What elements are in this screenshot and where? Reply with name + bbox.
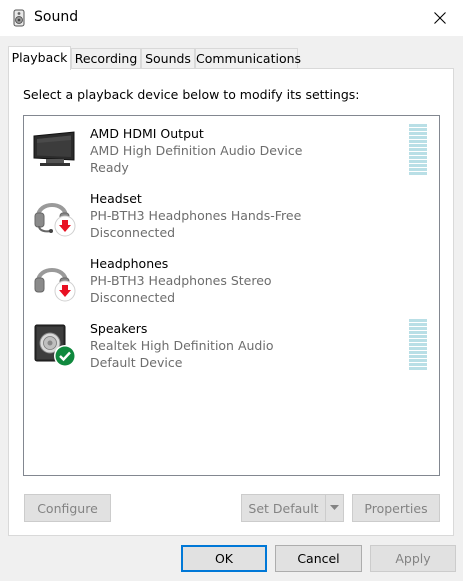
playback-panel: Select a playback device below to modify… <box>8 68 454 536</box>
device-status: Default Device <box>90 355 183 370</box>
tab-communications-label: Communications <box>196 51 302 66</box>
headset-icon <box>34 203 76 237</box>
volume-meter <box>409 319 427 371</box>
device-item-amd-hdmi-output[interactable]: AMD HDMI Output AMD High Definition Audi… <box>24 116 439 178</box>
set-default-button[interactable]: Set Default <box>241 494 326 522</box>
device-item-headset[interactable]: Headset PH-BTH3 Headphones Hands-Free Di… <box>24 181 439 243</box>
cancel-button-label: Cancel <box>297 551 340 566</box>
close-button[interactable] <box>427 6 453 30</box>
configure-button-label: Configure <box>37 500 98 516</box>
tab-sounds[interactable]: Sounds <box>141 48 195 68</box>
tab-sounds-label: Sounds <box>145 51 191 66</box>
cancel-button[interactable]: Cancel <box>275 545 362 572</box>
device-description: PH-BTH3 Headphones Hands-Free <box>90 208 302 223</box>
device-description: AMD High Definition Audio Device <box>90 143 303 158</box>
device-status: Ready <box>90 160 129 175</box>
red-down-arrow-icon <box>54 280 76 302</box>
device-description: PH-BTH3 Headphones Stereo <box>90 273 272 288</box>
tab-recording-label: Recording <box>74 51 138 66</box>
speaker-box-icon <box>34 324 76 367</box>
device-description: Realtek High Definition Audio <box>90 338 274 353</box>
close-icon <box>434 12 446 24</box>
set-default-button-label: Set Default <box>248 500 319 516</box>
title-bar: Sound <box>0 0 463 36</box>
device-status: Disconnected <box>90 290 176 305</box>
tab-playback[interactable]: Playback <box>8 46 71 70</box>
speaker-icon <box>13 9 25 27</box>
tab-recording[interactable]: Recording <box>71 48 141 68</box>
properties-button[interactable]: Properties <box>352 494 440 522</box>
ok-button-label: OK <box>214 551 234 566</box>
device-name: AMD HDMI Output <box>90 126 204 141</box>
device-item-headphones[interactable]: Headphones PH-BTH3 Headphones Stereo Dis… <box>24 246 439 308</box>
red-down-arrow-icon <box>54 215 76 237</box>
device-name: Headphones <box>90 256 169 271</box>
monitor-icon <box>33 131 75 166</box>
device-name: Headset <box>90 191 142 206</box>
chevron-down-icon <box>330 505 339 510</box>
headphones-icon <box>34 268 76 302</box>
device-status: Disconnected <box>90 225 176 240</box>
ok-button[interactable]: OK <box>181 545 267 572</box>
volume-meter <box>409 124 427 176</box>
device-item-speakers[interactable]: Speakers Realtek High Definition Audio D… <box>24 311 439 373</box>
apply-button[interactable]: Apply <box>370 545 456 572</box>
apply-button-label: Apply <box>395 551 431 566</box>
configure-button[interactable]: Configure <box>24 494 111 522</box>
tab-communications[interactable]: Communications <box>195 48 302 68</box>
window-title: Sound <box>34 9 79 25</box>
green-check-icon <box>54 345 76 367</box>
device-name: Speakers <box>90 321 148 336</box>
instruction-text: Select a playback device below to modify… <box>23 87 360 102</box>
tab-playback-label: Playback <box>11 50 68 65</box>
device-list[interactable]: AMD HDMI Output AMD High Definition Audi… <box>23 115 440 476</box>
set-default-dropdown-button[interactable] <box>325 494 344 522</box>
properties-button-label: Properties <box>364 500 428 516</box>
sound-dialog: Sound Playback Recording Sounds Communic… <box>0 0 463 581</box>
